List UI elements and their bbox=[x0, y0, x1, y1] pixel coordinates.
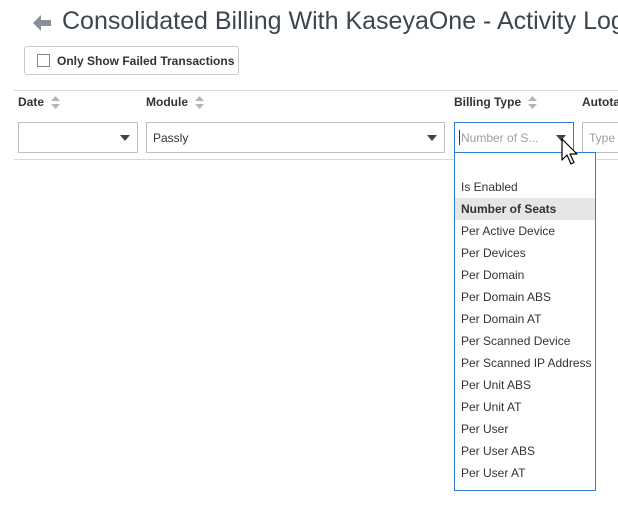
dropdown-option-selected[interactable]: Number of Seats bbox=[455, 198, 595, 220]
billing-type-filter-input[interactable]: Number of S... bbox=[454, 122, 574, 153]
dropdown-option[interactable]: Per Unit ABS bbox=[455, 374, 595, 396]
dropdown-option[interactable]: Per Devices bbox=[455, 242, 595, 264]
chevron-down-icon[interactable] bbox=[427, 135, 437, 141]
dropdown-option[interactable]: Per User bbox=[455, 418, 595, 440]
dropdown-option[interactable]: Per Scanned IP Address bbox=[455, 352, 595, 374]
failed-transactions-checkbox[interactable] bbox=[37, 54, 50, 67]
column-header-module[interactable]: Module bbox=[146, 95, 205, 110]
dropdown-option[interactable]: Per Active Device bbox=[455, 220, 595, 242]
dropdown-option[interactable]: Per Domain bbox=[455, 264, 595, 286]
column-title: Autota bbox=[582, 95, 618, 109]
autotask-filter-input[interactable]: Type bbox=[582, 122, 618, 153]
page-header: Consolidated Billing With KaseyaOne - Ac… bbox=[0, 0, 618, 46]
arrow-left-icon[interactable] bbox=[31, 12, 53, 34]
column-header-date[interactable]: Date bbox=[18, 95, 61, 110]
dropdown-option[interactable]: Per User AT bbox=[455, 462, 595, 484]
sort-icon[interactable] bbox=[195, 96, 205, 110]
column-title: Module bbox=[146, 95, 188, 109]
dropdown-option[interactable]: Per Scanned Device bbox=[455, 330, 595, 352]
billing-type-dropdown-list[interactable]: Is Enabled Number of Seats Per Active De… bbox=[454, 152, 596, 491]
date-filter-select[interactable] bbox=[18, 122, 138, 153]
text-cursor bbox=[459, 130, 460, 145]
dropdown-option[interactable]: Per Domain AT bbox=[455, 308, 595, 330]
grid-header: Date Module Billing Type Autota Passly N… bbox=[14, 90, 618, 160]
column-title: Date bbox=[18, 95, 45, 109]
failed-transactions-label: Only Show Failed Transactions bbox=[57, 54, 235, 68]
module-filter-select[interactable]: Passly bbox=[146, 122, 445, 153]
dropdown-option[interactable]: Is Enabled bbox=[455, 176, 595, 198]
billing-type-filter-placeholder: Number of S... bbox=[461, 131, 539, 145]
dropdown-option[interactable]: Per User ABS bbox=[455, 440, 595, 462]
column-title: Billing Type bbox=[454, 95, 522, 109]
autotask-filter-placeholder: Type bbox=[589, 131, 616, 145]
chevron-down-icon[interactable] bbox=[120, 135, 130, 141]
column-header-autotask[interactable]: Autota bbox=[582, 95, 618, 109]
dropdown-option[interactable]: Per Domain ABS bbox=[455, 286, 595, 308]
column-header-billing-type[interactable]: Billing Type bbox=[454, 95, 538, 110]
sort-icon[interactable] bbox=[528, 96, 538, 110]
failed-transactions-toggle[interactable]: Only Show Failed Transactions bbox=[24, 46, 239, 75]
dropdown-option[interactable]: Per Unit AT bbox=[455, 396, 595, 418]
page-title: Consolidated Billing With KaseyaOne - Ac… bbox=[62, 7, 618, 35]
module-filter-value: Passly bbox=[153, 131, 189, 145]
mouse-pointer-icon bbox=[561, 138, 578, 165]
sort-icon[interactable] bbox=[51, 96, 61, 110]
